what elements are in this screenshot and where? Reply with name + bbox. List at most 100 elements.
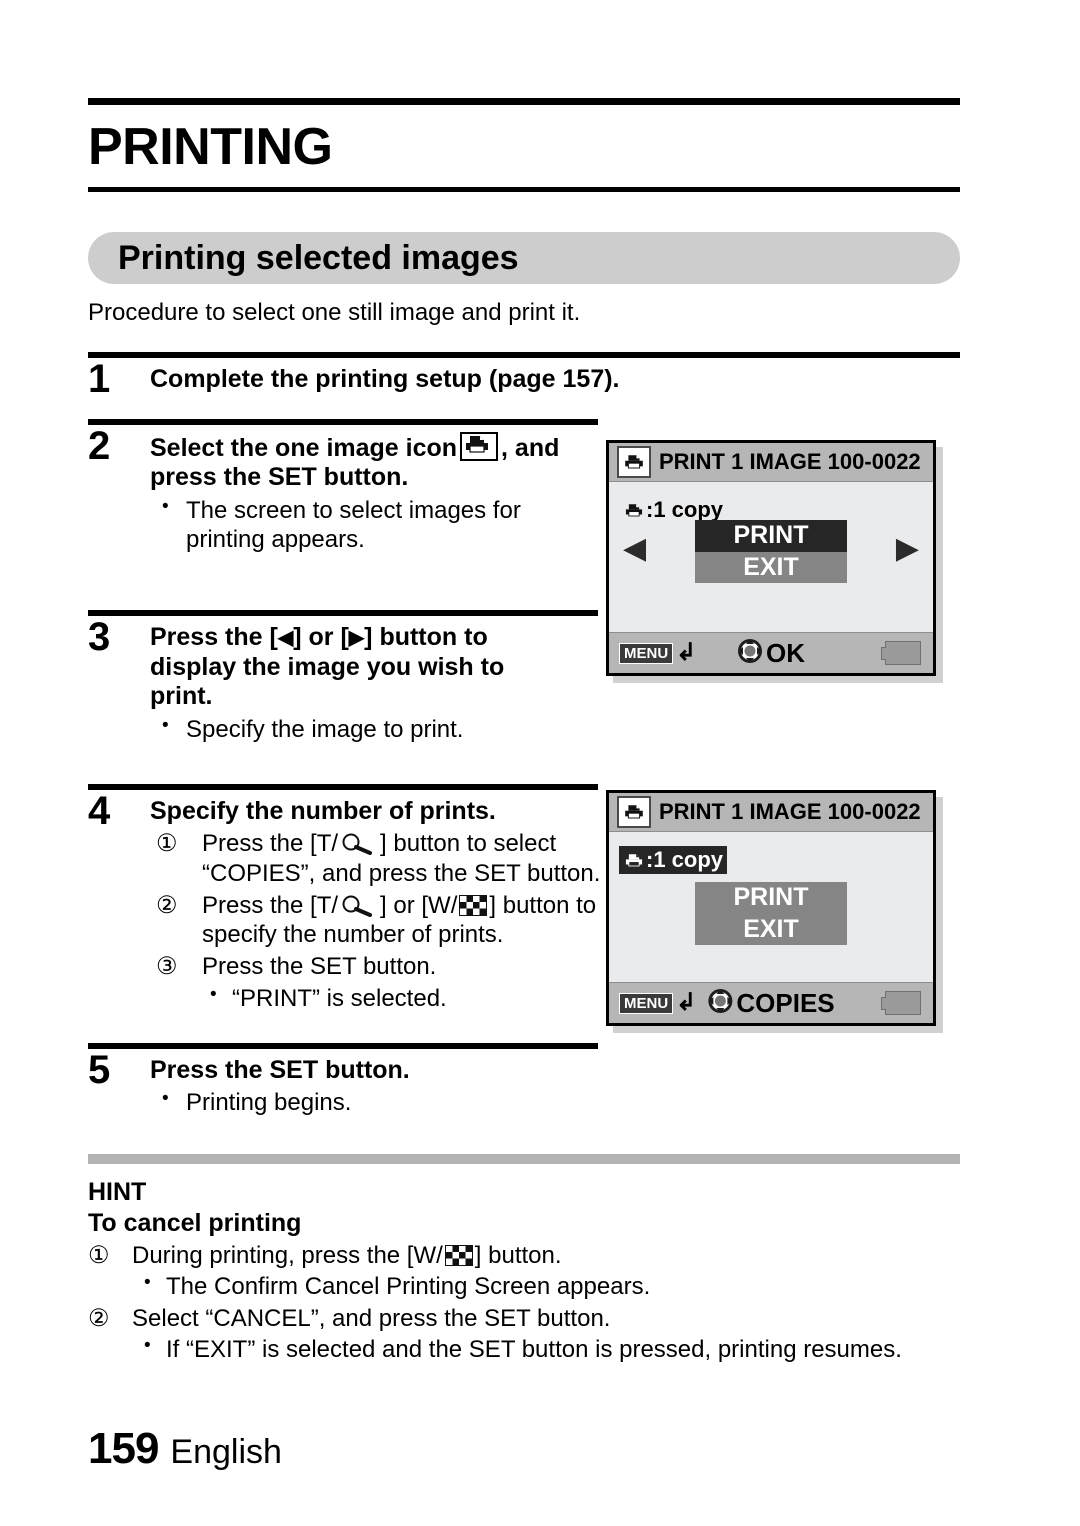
lcd-screen-1: PRINT 1 IMAGE 100-0022 :1 copy ◀ ▶ PRINT… xyxy=(606,440,936,676)
step-4-item-2-part-a: Press the [T/ xyxy=(202,891,339,919)
step-3-heading: Press the [◀] or [▶] button to display t… xyxy=(150,623,570,712)
step-1: 1 Complete the printing setup (page 157)… xyxy=(88,359,960,399)
return-arrow-icon: ↲ xyxy=(676,639,697,666)
step-5: 5 Press the SET button. Printing begins. xyxy=(88,1050,960,1118)
lcd-2-option-exit[interactable]: EXIT xyxy=(695,913,847,945)
lcd-1-title-bar: PRINT 1 IMAGE 100-0022 xyxy=(609,443,933,482)
step-5-heading: Press the SET button. xyxy=(150,1055,410,1084)
lcd-2-title-text: PRINT 1 IMAGE 100-0022 xyxy=(659,799,921,824)
hint-item-2-number: ② xyxy=(88,1304,110,1332)
lcd-screen-2: PRINT 1 IMAGE 100-0022 :1 copy PRINT EXI… xyxy=(606,790,936,1026)
page-language: English xyxy=(170,1433,282,1471)
lcd-2-menu-button[interactable]: MENU xyxy=(619,992,674,1014)
step-divider-3 xyxy=(88,610,598,617)
section-intro-text: Procedure to select one still image and … xyxy=(88,299,581,326)
magnifier-icon xyxy=(339,895,379,917)
hint-item-2-part-a: Select “CANCEL”, and press the SET butto… xyxy=(132,1304,611,1332)
step-5-bullets: Printing begins. xyxy=(150,1087,960,1117)
hint-item-1-number: ① xyxy=(88,1241,110,1269)
hint-item-1-part-b: ] button. xyxy=(474,1241,562,1269)
step-4-item-2: ② Press the [T/] or [W/] button to specif… xyxy=(150,891,632,950)
lcd-2-copies-value[interactable]: :1 copy xyxy=(619,846,728,874)
magnifier-icon xyxy=(339,833,379,856)
step-1-number: 1 xyxy=(88,357,111,401)
step-5-bullet-1: Printing begins. xyxy=(150,1087,960,1117)
lcd-1-action-label: OK xyxy=(766,637,805,668)
manual-page: PRINTING Printing selected images Proced… xyxy=(0,0,1080,1526)
four-way-pad-icon xyxy=(737,638,763,669)
step-4-item-1-number: ① xyxy=(156,830,178,858)
step-divider-5 xyxy=(88,1042,598,1049)
chapter-header: PRINTING Printing selected images Proced… xyxy=(88,98,960,1365)
lcd-2-footer-bar: MENU ↲ COPIES xyxy=(609,982,933,1023)
step-3-number: 3 xyxy=(88,615,111,660)
step-4-number: 4 xyxy=(88,788,111,833)
step-3-heading-part-a: Press the [ xyxy=(150,623,278,652)
chapter-rule-bottom xyxy=(88,187,960,192)
step-2-heading: Select the one image icon, and press the… xyxy=(150,431,620,493)
hint-item-2: ② Select “CANCEL”, and press the SET butt… xyxy=(88,1304,960,1365)
checkerboard-icon xyxy=(444,1244,473,1266)
lcd-1-body: :1 copy ◀ ▶ PRINT EXIT xyxy=(609,482,933,632)
step-4-item-1-part-a: Press the [T/ xyxy=(202,830,339,858)
lcd-1-next-image-arrow[interactable]: ▶ xyxy=(896,534,919,564)
step-3-bullet-1: Specify the image to print. xyxy=(150,714,960,744)
step-4-item-3-part-a: Press the SET button. xyxy=(202,953,437,981)
step-divider-2 xyxy=(88,418,598,425)
step-divider-1 xyxy=(88,352,960,358)
battery-icon xyxy=(881,991,921,1015)
section-heading-bar: Printing selected images xyxy=(88,232,960,284)
step-4-item-1: ① Press the [T/] button to select “COPIES… xyxy=(150,829,632,888)
page-title: PRINTING xyxy=(88,118,333,176)
hint-item-1: ① During printing, press the [W/ ] button.… xyxy=(88,1241,960,1302)
lcd-2-title-bar: PRINT 1 IMAGE 100-0022 xyxy=(609,793,933,832)
four-way-pad-icon xyxy=(707,988,733,1019)
printer-icon xyxy=(617,796,651,828)
page-number: 159 xyxy=(88,1424,159,1473)
step-3-bullets: Specify the image to print. xyxy=(150,714,960,744)
lcd-2-body: :1 copy PRINT EXIT xyxy=(609,832,933,982)
hint-label: HINT xyxy=(88,1177,147,1206)
chapter-rule-top xyxy=(88,98,960,105)
hint-subtitle: To cancel printing xyxy=(88,1208,302,1237)
step-divider-4 xyxy=(88,783,598,790)
lcd-2-options: PRINT EXIT xyxy=(695,882,847,945)
step-2-number: 2 xyxy=(88,423,111,468)
return-arrow-icon: ↲ xyxy=(676,989,697,1016)
lcd-2-action-label: COPIES xyxy=(736,987,835,1018)
step-2-bullet-1: The screen to select images for printing… xyxy=(150,495,606,555)
page-footer: 159 English xyxy=(88,1424,282,1474)
lcd-1-action-group: OK xyxy=(737,638,805,669)
step-4-item-3-number: ③ xyxy=(156,953,178,981)
lcd-2-action-group: COPIES xyxy=(707,987,835,1019)
arrow-left-icon: ◀ xyxy=(277,627,294,650)
lcd-1-options: PRINT EXIT xyxy=(695,520,847,583)
step-4-item-2-number: ② xyxy=(156,891,178,919)
arrow-right-icon: ▶ xyxy=(348,627,365,650)
lcd-1-footer-bar: MENU ↲ OK xyxy=(609,632,933,673)
hint-item-1-sub: The Confirm Cancel Printing Screen appea… xyxy=(132,1271,960,1302)
lcd-1-option-exit[interactable]: EXIT xyxy=(695,551,847,583)
printer-icon xyxy=(617,446,651,478)
printer-icon xyxy=(623,502,645,519)
checkerboard-icon xyxy=(459,894,488,916)
lcd-1-menu-button[interactable]: MENU xyxy=(619,642,674,664)
step-2-heading-part-a: Select the one image icon xyxy=(150,433,458,462)
lcd-2-copies-label: :1 copy xyxy=(646,847,724,872)
lcd-1-option-print[interactable]: PRINT xyxy=(695,520,847,552)
step-1-heading: Complete the printing setup (page 157). xyxy=(150,365,620,393)
printer-icon xyxy=(623,852,645,869)
step-5-number: 5 xyxy=(88,1047,111,1092)
battery-icon xyxy=(881,641,921,665)
hint-separator-bar xyxy=(88,1153,960,1164)
lcd-2-option-print[interactable]: PRINT xyxy=(695,882,847,914)
step-3-heading-part-b: ] or [ xyxy=(293,623,349,652)
lcd-1-prev-image-arrow[interactable]: ◀ xyxy=(623,534,646,564)
step-4-item-2-part-b: ] or [W/ xyxy=(380,891,458,919)
printer-icon xyxy=(460,431,499,461)
hint-item-2-sub: If “EXIT” is selected and the SET button… xyxy=(132,1334,960,1365)
section-heading-label: Printing selected images xyxy=(118,238,519,277)
hint-item-1-part-a: During printing, press the [W/ xyxy=(132,1241,443,1269)
lcd-1-title-text: PRINT 1 IMAGE 100-0022 xyxy=(659,449,921,474)
hint-list: ① During printing, press the [W/ ] button.… xyxy=(88,1241,960,1365)
